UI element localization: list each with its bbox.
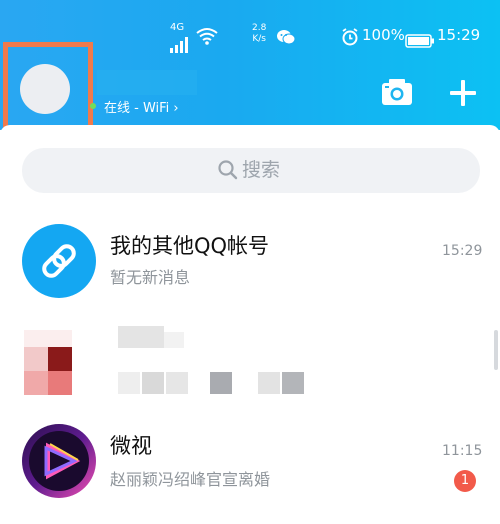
camera-button[interactable] [380,76,414,108]
online-status-label: 在线 - WiFi [104,101,170,116]
signal-icon [170,33,196,63]
network-speed-value: 2.8 [252,23,267,33]
online-status-dot [90,103,96,109]
network-speed-unit: K/s [252,34,266,44]
battery-icon [405,28,435,58]
nickname-blurred [97,70,197,95]
conversation-title: 我的其他QQ帐号 [110,234,270,258]
search-placeholder: 搜索 [242,159,281,181]
conversation-time: 11:15 [442,443,483,459]
chevron-right-icon: › [173,101,179,116]
unread-badge: 1 [454,470,476,492]
network-speed: 2.8 K/s [252,23,266,45]
conversation-title: 微视 [110,434,152,458]
conversation-preview: 赵丽颖冯绍峰官宣离婚 [110,470,271,489]
add-button[interactable] [448,78,478,108]
camera-icon [382,79,412,105]
search-icon [216,158,240,182]
wechat-icon [276,26,296,56]
link-icon [22,224,96,298]
alarm-icon [341,26,359,56]
conversation-time: 15:29 [442,243,483,259]
avatar-highlight-frame [3,42,93,132]
wifi-icon [196,25,218,55]
scrollbar[interactable] [494,330,498,370]
weishi-logo-icon [22,424,96,498]
battery-percent: 100% [362,26,405,44]
conversation-preview: 暂无新消息 [110,268,191,287]
online-status[interactable]: 在线 - WiFi › [104,100,179,118]
clock: 15:29 [437,26,481,44]
